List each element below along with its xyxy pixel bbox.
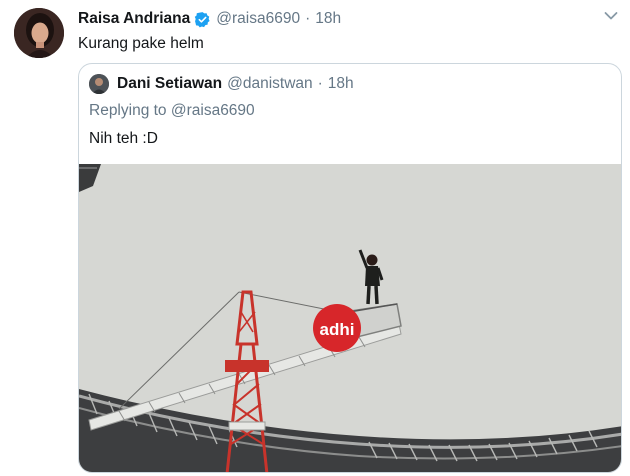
quoted-timestamp[interactable]: 18h [328,75,354,93]
avatar-image [14,8,64,58]
tweet[interactable]: Raisa Andriana @raisa6690 · 18h Kurang p… [0,0,630,476]
verified-badge-icon [194,11,211,28]
separator-dot: · [305,10,311,27]
author-avatar[interactable] [14,8,64,58]
quoted-tweet[interactable]: Dani Setiawan @danistwan · 18h Replying … [78,63,622,473]
quoted-author-name[interactable]: Dani Setiawan [117,75,222,93]
tweet-text: Kurang pake helm [78,35,204,52]
crane-photo-illustration: adhi [79,164,621,472]
tweet-header: Raisa Andriana @raisa6690 · 18h [78,8,341,30]
chevron-down-icon[interactable] [604,11,618,21]
quoted-tweet-text: Nih teh :D [89,130,158,147]
replying-to: Replying to @raisa6690 [89,102,255,120]
quoted-separator-dot: · [317,75,323,92]
author-handle[interactable]: @raisa6690 [216,10,300,28]
quoted-author-avatar[interactable] [89,74,109,94]
quoted-photo[interactable]: adhi [79,164,621,472]
replying-prefix: Replying to [89,102,167,119]
quoted-avatar-image [89,74,109,94]
quoted-tweet-header: Dani Setiawan @danistwan · 18h [89,74,354,94]
adhi-sign-text: adhi [320,320,355,339]
replying-to-handle[interactable]: @raisa6690 [171,102,255,119]
quoted-author-handle[interactable]: @danistwan [227,75,313,93]
author-name[interactable]: Raisa Andriana [78,10,190,28]
tweet-timestamp[interactable]: 18h [315,10,341,28]
